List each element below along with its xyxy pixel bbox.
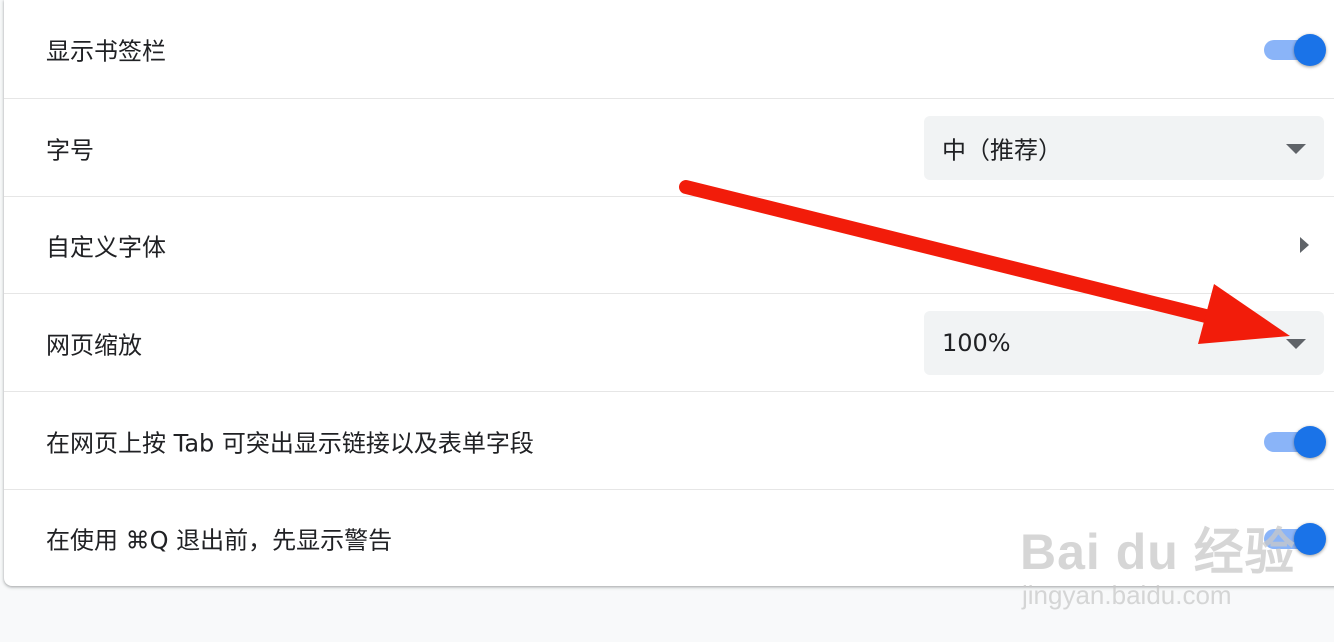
setting-label: 字号 — [46, 136, 94, 164]
setting-row-show-bookmarks-bar[interactable]: 显示书签栏 — [4, 0, 1334, 98]
toggle-knob — [1294, 34, 1326, 66]
page-zoom-selected-value: 100% — [942, 328, 1011, 357]
font-size-selected-value: 中（推荐） — [942, 136, 1062, 164]
font-size-select[interactable]: 中（推荐） — [924, 115, 1324, 180]
tab-highlight-toggle[interactable] — [1262, 425, 1326, 458]
setting-row-custom-fonts[interactable]: 自定义字体 — [4, 196, 1334, 293]
page-zoom-select[interactable]: 100% — [924, 310, 1324, 375]
dropdown-arrow-icon — [1286, 143, 1306, 154]
dropdown-arrow-icon — [1286, 338, 1306, 349]
setting-row-page-zoom: 网页缩放 100% — [4, 293, 1334, 391]
watermark-logo: Bai du 经验 — [1020, 524, 1296, 580]
show-bookmarks-bar-toggle[interactable] — [1262, 33, 1326, 66]
setting-label: 在使用 ⌘Q 退出前，先显示警告 — [46, 526, 393, 555]
setting-row-font-size: 字号 中（推荐） — [4, 98, 1334, 196]
watermark-url: jingyan.baidu.com — [1022, 580, 1232, 610]
setting-label: 显示书签栏 — [46, 37, 166, 66]
toggle-knob — [1294, 523, 1326, 555]
setting-label: 在网页上按 Tab 可突出显示链接以及表单字段 — [46, 429, 534, 457]
setting-row-tab-highlight[interactable]: 在网页上按 Tab 可突出显示链接以及表单字段 — [4, 391, 1334, 489]
setting-label: 自定义字体 — [46, 233, 166, 262]
baidu-jingyan-watermark: Bai du 经验 jingyan.baidu.com — [1020, 500, 1295, 620]
chevron-right-icon — [1300, 237, 1309, 253]
toggle-knob — [1294, 425, 1326, 458]
setting-label: 网页缩放 — [46, 331, 142, 359]
